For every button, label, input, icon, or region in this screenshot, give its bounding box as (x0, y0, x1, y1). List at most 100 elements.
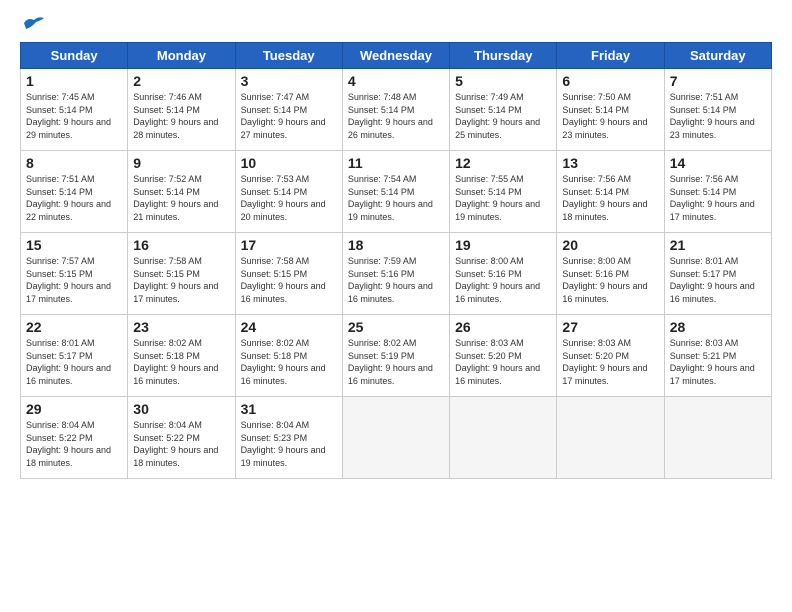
logo-bird-icon (22, 15, 44, 36)
calendar-container: SundayMondayTuesdayWednesdayThursdayFrid… (0, 0, 792, 612)
day-number: 10 (241, 155, 337, 171)
day-number: 27 (562, 319, 658, 335)
day-info: Sunrise: 8:00 AM Sunset: 5:16 PM Dayligh… (562, 255, 658, 305)
day-cell: 25 Sunrise: 8:02 AM Sunset: 5:19 PM Dayl… (342, 315, 449, 397)
day-cell: 16 Sunrise: 7:58 AM Sunset: 5:15 PM Dayl… (128, 233, 235, 315)
day-number: 8 (26, 155, 122, 171)
day-info: Sunrise: 7:57 AM Sunset: 5:15 PM Dayligh… (26, 255, 122, 305)
day-cell (450, 397, 557, 479)
day-info: Sunrise: 7:45 AM Sunset: 5:14 PM Dayligh… (26, 91, 122, 141)
day-number: 30 (133, 401, 229, 417)
day-number: 13 (562, 155, 658, 171)
weekday-tuesday: Tuesday (235, 43, 342, 69)
day-number: 9 (133, 155, 229, 171)
day-info: Sunrise: 7:59 AM Sunset: 5:16 PM Dayligh… (348, 255, 444, 305)
day-cell: 12 Sunrise: 7:55 AM Sunset: 5:14 PM Dayl… (450, 151, 557, 233)
day-info: Sunrise: 7:51 AM Sunset: 5:14 PM Dayligh… (670, 91, 766, 141)
day-number: 14 (670, 155, 766, 171)
day-number: 15 (26, 237, 122, 253)
weekday-friday: Friday (557, 43, 664, 69)
day-cell: 17 Sunrise: 7:58 AM Sunset: 5:15 PM Dayl… (235, 233, 342, 315)
day-number: 5 (455, 73, 551, 89)
day-cell: 10 Sunrise: 7:53 AM Sunset: 5:14 PM Dayl… (235, 151, 342, 233)
day-cell: 1 Sunrise: 7:45 AM Sunset: 5:14 PM Dayli… (21, 69, 128, 151)
day-info: Sunrise: 7:53 AM Sunset: 5:14 PM Dayligh… (241, 173, 337, 223)
day-cell: 15 Sunrise: 7:57 AM Sunset: 5:15 PM Dayl… (21, 233, 128, 315)
day-info: Sunrise: 8:02 AM Sunset: 5:18 PM Dayligh… (133, 337, 229, 387)
day-number: 1 (26, 73, 122, 89)
day-info: Sunrise: 7:50 AM Sunset: 5:14 PM Dayligh… (562, 91, 658, 141)
day-cell: 21 Sunrise: 8:01 AM Sunset: 5:17 PM Dayl… (664, 233, 771, 315)
day-info: Sunrise: 7:55 AM Sunset: 5:14 PM Dayligh… (455, 173, 551, 223)
day-info: Sunrise: 8:04 AM Sunset: 5:22 PM Dayligh… (133, 419, 229, 469)
day-number: 22 (26, 319, 122, 335)
day-cell: 24 Sunrise: 8:02 AM Sunset: 5:18 PM Dayl… (235, 315, 342, 397)
day-cell: 29 Sunrise: 8:04 AM Sunset: 5:22 PM Dayl… (21, 397, 128, 479)
day-cell: 23 Sunrise: 8:02 AM Sunset: 5:18 PM Dayl… (128, 315, 235, 397)
day-cell: 4 Sunrise: 7:48 AM Sunset: 5:14 PM Dayli… (342, 69, 449, 151)
day-cell: 5 Sunrise: 7:49 AM Sunset: 5:14 PM Dayli… (450, 69, 557, 151)
day-number: 20 (562, 237, 658, 253)
day-cell: 27 Sunrise: 8:03 AM Sunset: 5:20 PM Dayl… (557, 315, 664, 397)
day-number: 2 (133, 73, 229, 89)
day-info: Sunrise: 7:46 AM Sunset: 5:14 PM Dayligh… (133, 91, 229, 141)
week-row-5: 29 Sunrise: 8:04 AM Sunset: 5:22 PM Dayl… (21, 397, 772, 479)
day-cell: 11 Sunrise: 7:54 AM Sunset: 5:14 PM Dayl… (342, 151, 449, 233)
logo (20, 15, 44, 32)
day-number: 19 (455, 237, 551, 253)
day-info: Sunrise: 8:04 AM Sunset: 5:23 PM Dayligh… (241, 419, 337, 469)
day-cell: 13 Sunrise: 7:56 AM Sunset: 5:14 PM Dayl… (557, 151, 664, 233)
day-number: 26 (455, 319, 551, 335)
day-info: Sunrise: 7:56 AM Sunset: 5:14 PM Dayligh… (562, 173, 658, 223)
week-row-4: 22 Sunrise: 8:01 AM Sunset: 5:17 PM Dayl… (21, 315, 772, 397)
day-info: Sunrise: 7:52 AM Sunset: 5:14 PM Dayligh… (133, 173, 229, 223)
day-cell (557, 397, 664, 479)
day-cell: 18 Sunrise: 7:59 AM Sunset: 5:16 PM Dayl… (342, 233, 449, 315)
day-cell: 19 Sunrise: 8:00 AM Sunset: 5:16 PM Dayl… (450, 233, 557, 315)
day-cell: 14 Sunrise: 7:56 AM Sunset: 5:14 PM Dayl… (664, 151, 771, 233)
day-info: Sunrise: 8:04 AM Sunset: 5:22 PM Dayligh… (26, 419, 122, 469)
day-info: Sunrise: 8:00 AM Sunset: 5:16 PM Dayligh… (455, 255, 551, 305)
day-info: Sunrise: 7:49 AM Sunset: 5:14 PM Dayligh… (455, 91, 551, 141)
day-info: Sunrise: 8:01 AM Sunset: 5:17 PM Dayligh… (26, 337, 122, 387)
day-number: 31 (241, 401, 337, 417)
day-number: 29 (26, 401, 122, 417)
weekday-saturday: Saturday (664, 43, 771, 69)
day-number: 12 (455, 155, 551, 171)
day-number: 24 (241, 319, 337, 335)
day-info: Sunrise: 8:01 AM Sunset: 5:17 PM Dayligh… (670, 255, 766, 305)
weekday-thursday: Thursday (450, 43, 557, 69)
day-info: Sunrise: 8:02 AM Sunset: 5:19 PM Dayligh… (348, 337, 444, 387)
day-cell: 30 Sunrise: 8:04 AM Sunset: 5:22 PM Dayl… (128, 397, 235, 479)
week-row-2: 8 Sunrise: 7:51 AM Sunset: 5:14 PM Dayli… (21, 151, 772, 233)
day-info: Sunrise: 7:48 AM Sunset: 5:14 PM Dayligh… (348, 91, 444, 141)
weekday-header-row: SundayMondayTuesdayWednesdayThursdayFrid… (21, 43, 772, 69)
day-cell: 9 Sunrise: 7:52 AM Sunset: 5:14 PM Dayli… (128, 151, 235, 233)
day-cell: 31 Sunrise: 8:04 AM Sunset: 5:23 PM Dayl… (235, 397, 342, 479)
calendar-table: SundayMondayTuesdayWednesdayThursdayFrid… (20, 42, 772, 479)
day-info: Sunrise: 8:03 AM Sunset: 5:21 PM Dayligh… (670, 337, 766, 387)
day-number: 4 (348, 73, 444, 89)
weekday-monday: Monday (128, 43, 235, 69)
day-info: Sunrise: 7:56 AM Sunset: 5:14 PM Dayligh… (670, 173, 766, 223)
day-number: 11 (348, 155, 444, 171)
week-row-3: 15 Sunrise: 7:57 AM Sunset: 5:15 PM Dayl… (21, 233, 772, 315)
day-number: 18 (348, 237, 444, 253)
day-info: Sunrise: 8:03 AM Sunset: 5:20 PM Dayligh… (562, 337, 658, 387)
week-row-1: 1 Sunrise: 7:45 AM Sunset: 5:14 PM Dayli… (21, 69, 772, 151)
day-number: 16 (133, 237, 229, 253)
day-number: 21 (670, 237, 766, 253)
day-cell: 20 Sunrise: 8:00 AM Sunset: 5:16 PM Dayl… (557, 233, 664, 315)
weekday-wednesday: Wednesday (342, 43, 449, 69)
day-cell: 22 Sunrise: 8:01 AM Sunset: 5:17 PM Dayl… (21, 315, 128, 397)
day-info: Sunrise: 7:58 AM Sunset: 5:15 PM Dayligh… (133, 255, 229, 305)
day-number: 28 (670, 319, 766, 335)
day-cell (664, 397, 771, 479)
day-info: Sunrise: 7:58 AM Sunset: 5:15 PM Dayligh… (241, 255, 337, 305)
day-info: Sunrise: 7:51 AM Sunset: 5:14 PM Dayligh… (26, 173, 122, 223)
header (20, 15, 772, 32)
day-number: 7 (670, 73, 766, 89)
day-number: 17 (241, 237, 337, 253)
day-cell: 26 Sunrise: 8:03 AM Sunset: 5:20 PM Dayl… (450, 315, 557, 397)
day-number: 23 (133, 319, 229, 335)
